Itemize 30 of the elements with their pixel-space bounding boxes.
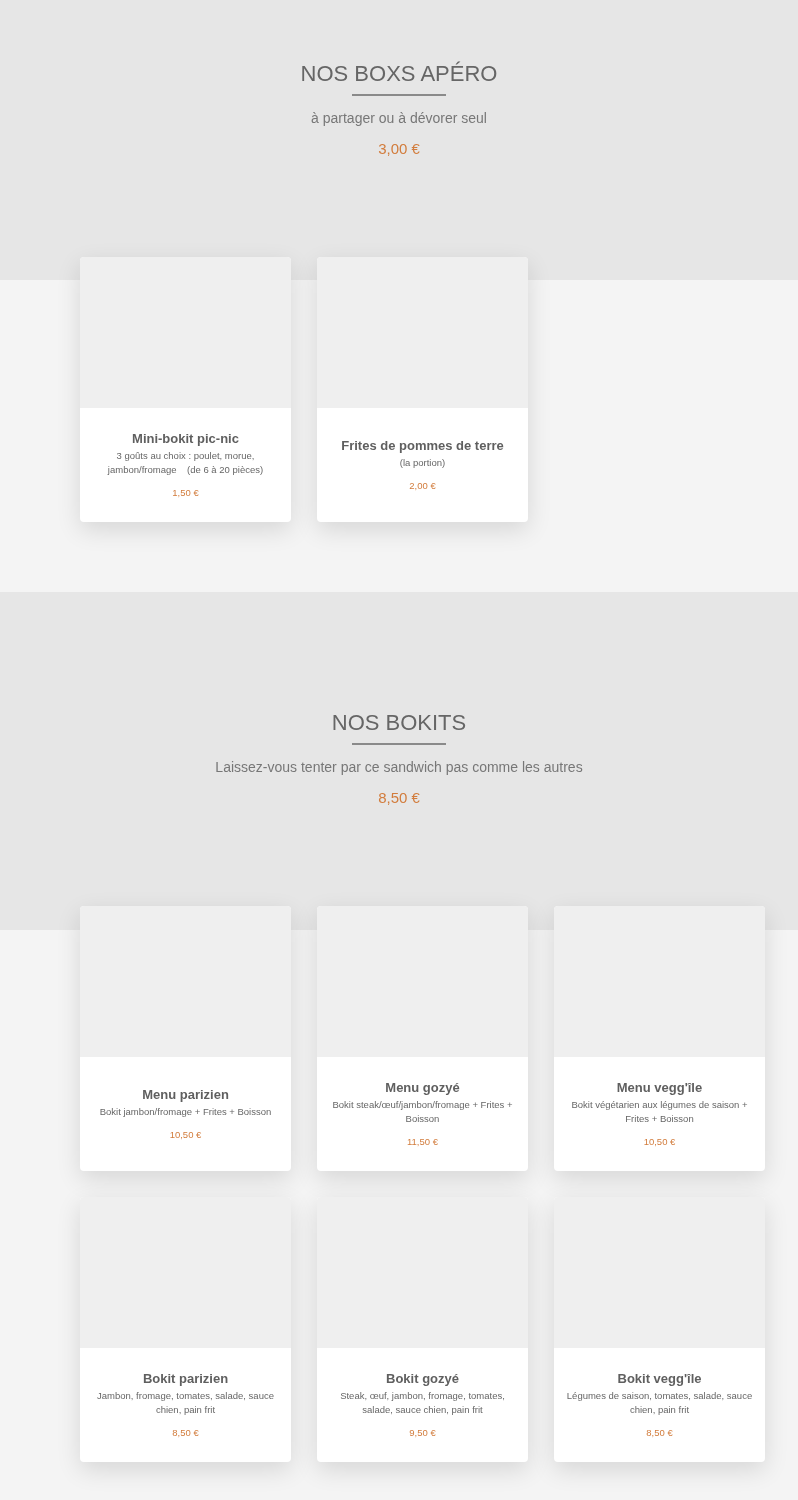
section-price: 3,00 €	[378, 139, 420, 159]
item-description: (la portion)	[399, 456, 446, 471]
section-price: 8,50 €	[378, 788, 420, 808]
item-price: 11,50 €	[407, 1135, 438, 1150]
section-title: NOS BOKITS	[331, 709, 467, 737]
item-name: Menu vegg'île	[616, 1078, 703, 1097]
item-price: 8,50 €	[172, 1426, 199, 1441]
item-description: Bokit steak/œuf/jambon/fromage + Frites + Boisson	[331, 1098, 514, 1127]
item-name: Frites de pommes de terre	[341, 436, 504, 455]
item-price: 10,50 €	[169, 1128, 202, 1143]
item-price: 9,50 €	[409, 1426, 436, 1441]
item-description: Bokit jambon/fromage + Frites + Boisson	[99, 1105, 272, 1120]
item-name: Bokit gozyé	[386, 1369, 459, 1388]
item-price: 10,50 €	[643, 1135, 676, 1150]
section-subtitle: Laissez-vous tenter par ce sandwich pas comme les autres	[215, 758, 583, 777]
item-description: 3 goûts au choix : poulet, morue, jambon/fromage (de 6 à 20 pièces)	[106, 449, 265, 478]
item-description: Légumes de saison, tomates, salade, sauce chien, pain frit	[566, 1389, 753, 1418]
item-description: Steak, œuf, jambon, fromage, tomates, salade, sauce chien, pain frit	[339, 1389, 506, 1418]
item-description: Bokit végétarien aux légumes de saison + Frites + Boisson	[570, 1098, 749, 1127]
item-name: Menu parizien	[142, 1085, 229, 1104]
item-name: Menu gozyé	[385, 1078, 460, 1097]
item-price: 8,50 €	[646, 1426, 673, 1441]
item-price: 2,00 €	[409, 479, 436, 494]
item-name: Mini-bokit pic-nic	[132, 429, 239, 448]
item-name: Bokit vegg'île	[617, 1369, 702, 1388]
item-price: 1,50 €	[172, 486, 199, 501]
section-subtitle: à partager ou à dévorer seul	[311, 109, 487, 128]
item-description: Jambon, fromage, tomates, salade, sauce chien, pain frit	[96, 1389, 275, 1418]
item-name: Bokit parizien	[142, 1369, 229, 1388]
section-title: NOS BOXS APÉRO	[300, 60, 498, 88]
